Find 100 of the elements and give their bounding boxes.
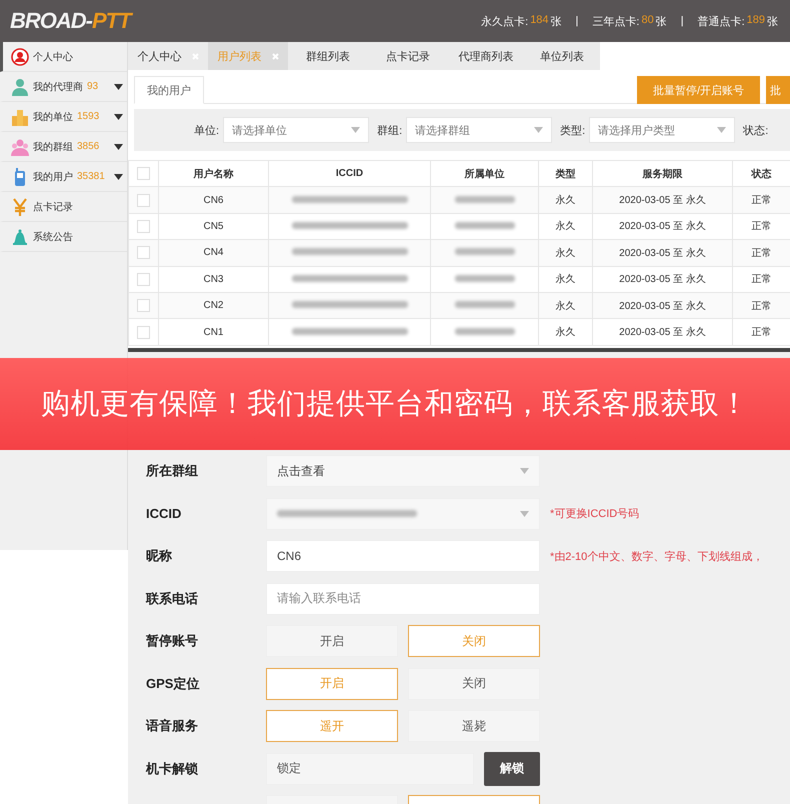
table-cell: 永久 [538,186,592,214]
table-cell: CN1 [158,318,268,346]
option-button[interactable]: 开启 [266,625,398,658]
tab[interactable]: 我的用户 [134,76,204,104]
table-cell: 2020-03-05 至 永久 [592,186,732,214]
column-header: 用户名称 [158,160,268,187]
sidebar-label: 我的群组 [33,140,73,154]
card-count-text: 普通点卡: 189 张 [698,14,778,28]
blurred-text [454,274,514,282]
sidebar-item[interactable]: 我的群组 3856 [0,132,127,162]
table-cell: 永久 [538,240,592,266]
field-label: GPS定位 [146,674,200,693]
caret-icon [114,144,123,150]
caret-icon [520,510,529,517]
blurred-text [454,301,514,308]
checkbox[interactable] [137,326,150,339]
close-icon [272,52,278,60]
field-label: ICCID [146,506,182,522]
input-field[interactable]: CN6 [266,540,540,572]
column-header: 状态 [732,160,790,187]
sidebar-item[interactable]: 我的单位 1593 [0,102,127,132]
field-label: 机卡解锁 [146,760,199,778]
table-cell: CN4 [158,240,268,266]
card-count-text: 三年点卡: 80 张 [592,14,667,28]
yen-icon [11,198,29,216]
caret-icon [520,468,529,474]
table-cell: CN6 [158,186,268,214]
tab[interactable]: 代理商列表 [448,42,524,70]
checkbox[interactable] [137,272,150,286]
field-label: 所在群组 [146,462,199,480]
sidebar-label: 我的单位 [33,110,73,124]
filter-label: 单位: [194,124,220,138]
table-cell: 正常 [732,240,790,266]
caret-icon [114,114,123,120]
select-field[interactable] [266,498,540,530]
select-field[interactable]: 请选择群组 [406,117,552,143]
table-cell: 2020-03-05 至 永久 [592,240,732,266]
column-header: 服务期限 [592,160,732,187]
tab[interactable]: 群组列表 [288,42,368,70]
table-cell: 永久 [538,292,592,319]
table-cell: 2020-03-05 至 永久 [592,318,732,346]
table-cell: 永久 [538,266,592,292]
caret-icon [114,84,123,90]
hint-text: *由2-10个中文、数字、字母、下划线组成， [550,550,764,564]
select-field[interactable]: 请选择用户类型 [589,117,736,143]
blurred-text [454,248,514,256]
input-field[interactable]: 请输入联系电话 [266,582,540,615]
group-icon [11,138,29,156]
checkbox[interactable] [137,246,150,260]
checkbox[interactable] [137,194,150,207]
unlock-button[interactable]: 解锁 [484,752,540,786]
sidebar-label: 个人中心 [33,50,73,64]
option-button[interactable]: 遥毙 [408,710,540,742]
blurred-text [454,328,514,335]
person-icon [11,78,29,96]
table-cell: 2020-03-05 至 永久 [592,292,732,319]
option-button[interactable]: 关闭 [408,668,540,700]
tab[interactable]: 个人中心 [128,42,208,70]
count-text: 93 [87,81,98,92]
bell-icon [11,228,29,246]
hint-text: *可更换ICCID号码 [550,507,640,522]
column-header: ICCID [268,160,430,187]
buildings-icon [11,108,29,126]
select-field[interactable]: 请选择单位 [223,117,370,143]
table-cell: 正常 [732,186,790,214]
filter-label: 类型: [560,124,586,138]
card-count-text: 永久点卡: 184 张 [481,14,562,28]
checkbox[interactable] [137,220,150,233]
column-header: 类型 [538,160,592,187]
field-label: 暂停账号 [146,632,199,650]
table-cell: CN2 [158,292,268,319]
divider-text: | [576,15,578,27]
filter-label: 状态: [743,124,768,138]
table-cell: 永久 [538,318,592,346]
sidebar-item[interactable]: 点卡记录 [0,192,127,222]
checkbox[interactable] [137,299,150,312]
caret-icon [351,127,360,133]
select-field[interactable]: 点击查看 [266,455,540,488]
sidebar-label: 系统公告 [33,230,73,244]
filter-label: 群组: [377,124,402,138]
checkbox[interactable] [137,167,150,180]
caret-icon [534,127,544,133]
field-label: 语音服务 [146,717,199,736]
field-label: 昵称 [146,547,173,566]
sidebar-label: 我的代理商 [33,80,83,94]
sidebar-item[interactable]: 系统公告 [0,222,127,252]
caret-icon [114,174,123,180]
caret-icon [717,127,726,133]
sidebar-label: 我的用户 [33,170,73,184]
tab[interactable]: 单位列表 [524,42,600,70]
column-header: 所属单位 [430,160,538,187]
tab[interactable]: 点卡记录 [368,42,448,70]
field-label: 联系电话 [146,590,199,608]
sidebar-item[interactable]: 我的代理商 93 [0,72,127,102]
logo: BROAD-PTT [10,8,131,34]
table-cell: 2020-03-05 至 永久 [592,266,732,292]
count-text: 3856 [77,141,100,152]
table-cell: CN3 [158,266,268,292]
input-field[interactable]: 锁定 [266,752,474,785]
sidebar-item[interactable]: 我的用户 35381 [0,162,127,192]
